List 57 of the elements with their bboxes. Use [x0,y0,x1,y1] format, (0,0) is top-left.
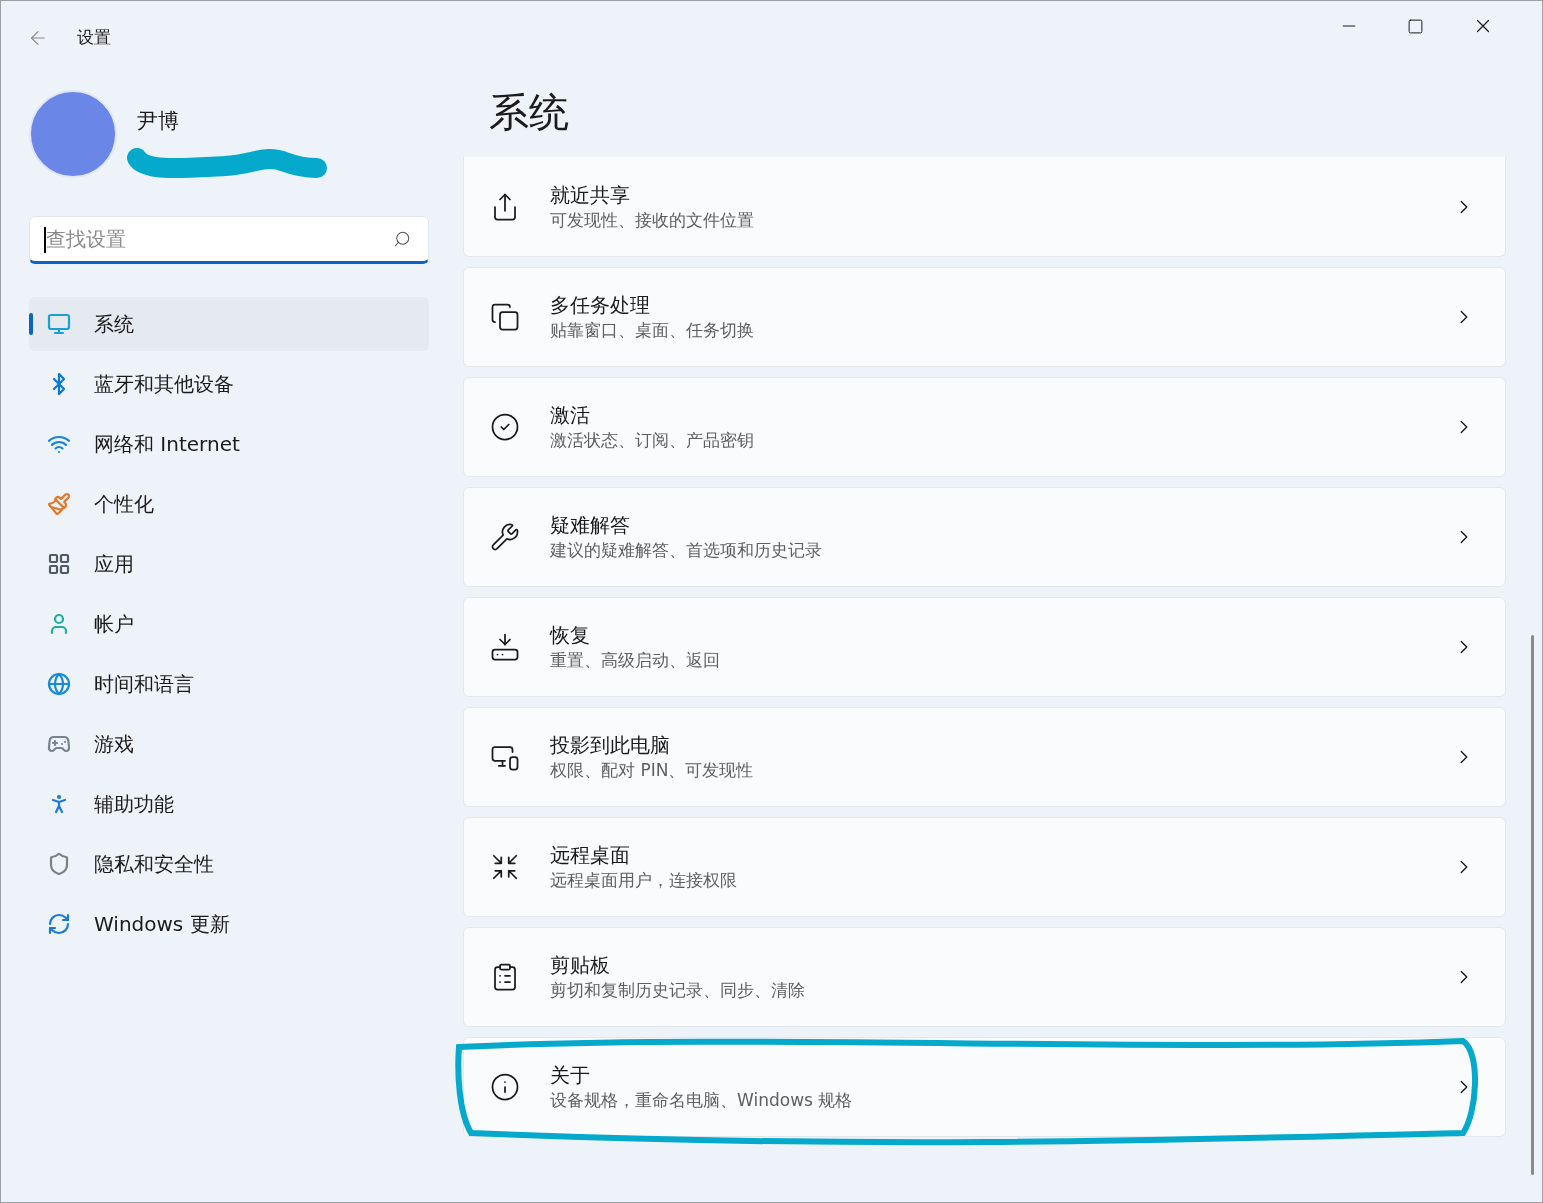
settings-card[interactable]: 关于 设备规格，重命名电脑、Windows 规格 [463,1037,1506,1137]
setting-title: 关于 [550,1062,591,1088]
setting-title: 多任务处理 [550,292,651,318]
setting-title: 疑难解答 [550,512,631,538]
sidebar-item[interactable]: 系统 [29,297,429,351]
sidebar-item[interactable]: 个性化 [29,477,429,531]
settings-card[interactable]: 激活 激活状态、订阅、产品密钥 [463,377,1506,477]
setting-description: 权限、配对 PIN、可发现性 [550,759,754,782]
monitor-icon [47,312,71,336]
wrench-icon [490,522,520,552]
sidebar-item[interactable]: 蓝牙和其他设备 [29,357,429,411]
windows-stack-icon [490,302,520,332]
settings-card[interactable]: 恢复 重置、高级启动、返回 [463,597,1506,697]
setting-description: 建议的疑难解答、首选项和历史记录 [550,539,822,562]
setting-title: 剪贴板 [550,952,611,978]
window-title: 设置 [77,26,111,50]
info-icon [490,1072,520,1102]
text-cursor [44,227,46,253]
settings-card[interactable]: 多任务处理 贴靠窗口、桌面、任务切换 [463,267,1506,367]
search-icon[interactable] [393,230,411,248]
sidebar-item[interactable]: 网络和 Internet [29,417,429,471]
page-title: 系统 [489,88,570,137]
sidebar-item[interactable]: 时间和语言 [29,657,429,711]
setting-title: 恢复 [550,622,591,648]
settings-card[interactable]: 剪贴板 剪切和复制历史记录、同步、清除 [463,927,1506,1027]
check-circle-icon [490,412,520,442]
sidebar-item[interactable]: 帐户 [29,597,429,651]
setting-title: 就近共享 [550,181,631,208]
profile-name: 尹博 [137,108,179,136]
sidebar-item[interactable]: Windows 更新 [29,897,429,951]
setting-title: 远程桌面 [550,842,631,868]
maximize-icon[interactable] [1407,17,1424,35]
setting-description: 可发现性、接收的文件位置 [550,208,754,232]
sidebar-item[interactable]: 辅助功能 [29,777,429,831]
sidebar-item[interactable]: 游戏 [29,717,429,771]
settings-card[interactable]: 投影到此电脑 权限、配对 PIN、可发现性 [463,707,1506,807]
settings-card[interactable]: 远程桌面 远程桌面用户，连接权限 [463,817,1506,917]
paintbrush-icon [47,492,71,516]
search-field[interactable]: 查找设置 [29,216,429,264]
scrollbar[interactable] [1531,635,1534,1175]
setting-description: 贴靠窗口、桌面、任务切换 [550,319,754,342]
setting-description: 激活状态、订阅、产品密钥 [550,429,754,452]
refresh-icon [47,912,71,936]
settings-card[interactable]: 疑难解答 建议的疑难解答、首选项和历史记录 [463,487,1506,587]
setting-description: 剪切和复制历史记录、同步、清除 [550,979,805,1002]
setting-title: 激活 [550,402,591,428]
sidebar-item[interactable]: 隐私和安全性 [29,837,429,891]
setting-description: 远程桌面用户，连接权限 [550,869,737,892]
selection-indicator [29,313,33,335]
apps-grid-icon [47,552,71,576]
remote-arrows-icon [490,852,520,882]
shield-icon [47,852,71,876]
settings-card[interactable]: 就近共享 可发现性、接收的文件位置 [463,157,1506,257]
setting-description: 重置、高级启动、返回 [550,649,720,672]
setting-title: 投影到此电脑 [550,732,671,758]
setting-description: 设备规格，重命名电脑、Windows 规格 [550,1089,853,1112]
sidebar-item[interactable]: 应用 [29,537,429,591]
